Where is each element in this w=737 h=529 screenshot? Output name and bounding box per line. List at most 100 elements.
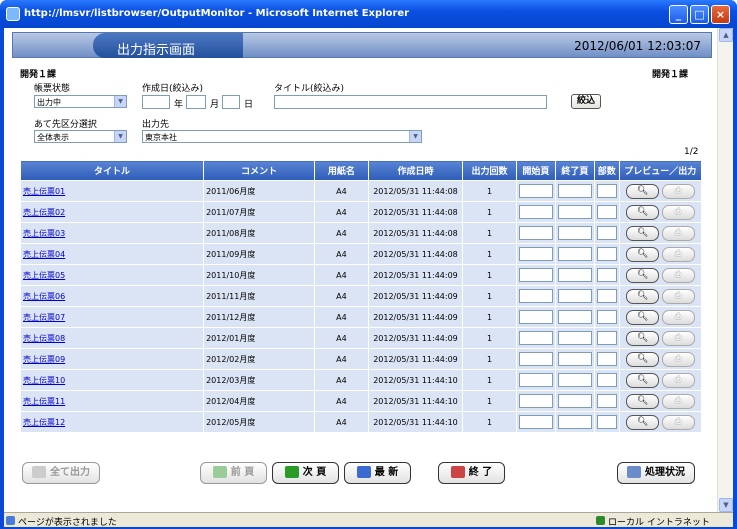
next-page-button[interactable]: 次 頁 [272,462,339,484]
preview-button[interactable]: 🔍︎ [626,204,660,220]
start-page-input[interactable] [518,205,553,219]
preview-button[interactable]: 🔍︎ [626,267,660,283]
preview-button[interactable]: 🔍︎ [626,330,660,346]
print-button[interactable]: ⎙ [661,330,695,346]
title-link[interactable]: 売上伝票05 [23,271,65,280]
end-page-input[interactable] [557,373,592,387]
day-input[interactable] [222,95,240,109]
copies-input[interactable] [596,247,617,261]
search-button[interactable]: 絞込 [571,94,601,109]
copies-input[interactable] [596,205,617,219]
copies-input[interactable] [596,184,617,198]
end-page-input[interactable] [557,205,592,219]
end-page-input[interactable] [557,268,592,282]
magnifier-icon: 🔍︎ [636,290,649,301]
end-page-input[interactable] [557,352,592,366]
copies-input[interactable] [596,352,617,366]
start-page-input[interactable] [518,310,553,324]
title-link[interactable]: 売上伝票04 [23,250,65,259]
preview-button[interactable]: 🔍︎ [626,225,660,241]
print-button[interactable]: ⎙ [661,288,695,304]
comment-cell: 2011/11月度 [203,285,316,307]
print-button[interactable]: ⎙ [661,183,695,199]
end-page-input[interactable] [557,415,592,429]
copies-input[interactable] [596,226,617,240]
start-page-input[interactable] [518,331,553,345]
start-page-input[interactable] [518,226,553,240]
title-filter-input[interactable] [274,95,547,109]
title-link[interactable]: 売上伝票02 [23,208,65,217]
end-page-input[interactable] [557,247,592,261]
end-page-input[interactable] [557,331,592,345]
chevron-down-icon[interactable]: ▼ [114,96,126,107]
copies-input[interactable] [596,268,617,282]
print-button[interactable]: ⎙ [661,204,695,220]
dest-select[interactable]: 東京本社 ▼ [142,130,422,143]
title-link[interactable]: 売上伝票09 [23,355,65,364]
title-link[interactable]: 売上伝票06 [23,292,65,301]
print-button[interactable]: ⎙ [661,246,695,262]
print-button[interactable]: ⎙ [661,372,695,388]
vertical-scrollbar[interactable]: ▲ ▼ [717,28,733,512]
preview-button[interactable]: 🔍︎ [626,309,660,325]
start-page-input[interactable] [518,289,553,303]
refresh-button[interactable]: 最 新 [344,462,411,484]
start-page-input[interactable] [518,415,553,429]
title-link[interactable]: 売上伝票03 [23,229,65,238]
preview-button[interactable]: 🔍︎ [626,288,660,304]
end-page-input[interactable] [557,184,592,198]
end-page-input[interactable] [557,394,592,408]
print-button[interactable]: ⎙ [661,393,695,409]
copies-input[interactable] [596,415,617,429]
title-link[interactable]: 売上伝票12 [23,418,65,427]
process-status-button[interactable]: 処理状況 [617,462,695,484]
start-page-input[interactable] [518,352,553,366]
actions-cell: 🔍︎ ⎙ [618,243,703,265]
chevron-down-icon[interactable]: ▼ [409,131,421,142]
year-input[interactable] [142,95,170,109]
copies-input[interactable] [596,289,617,303]
preview-button[interactable]: 🔍︎ [626,183,660,199]
scroll-down-icon[interactable]: ▼ [719,498,733,512]
title-link[interactable]: 売上伝票01 [23,187,65,196]
end-page-input[interactable] [557,226,592,240]
month-input[interactable] [186,95,206,109]
copies-input[interactable] [596,373,617,387]
start-page-input[interactable] [518,373,553,387]
start-page-input[interactable] [518,394,553,408]
title-link[interactable]: 売上伝票08 [23,334,65,343]
prev-page-button[interactable]: 前 頁 [200,462,267,484]
column-header[interactable]: タイトル [19,160,205,181]
title-link[interactable]: 売上伝票10 [23,376,65,385]
title-link[interactable]: 売上伝票07 [23,313,65,322]
dest-type-select[interactable]: 全体表示 ▼ [34,130,127,143]
copies-input[interactable] [596,331,617,345]
preview-button[interactable]: 🔍︎ [626,393,660,409]
status-select[interactable]: 出力中 ▼ [34,95,127,108]
chevron-down-icon[interactable]: ▼ [114,131,126,142]
close-icon[interactable]: × [711,5,730,24]
print-button[interactable]: ⎙ [661,351,695,367]
preview-button[interactable]: 🔍︎ [626,351,660,367]
print-button[interactable]: ⎙ [661,267,695,283]
title-link[interactable]: 売上伝票11 [23,397,65,406]
preview-button[interactable]: 🔍︎ [626,372,660,388]
scroll-up-icon[interactable]: ▲ [719,28,733,42]
start-page-input[interactable] [518,184,553,198]
print-button[interactable]: ⎙ [661,309,695,325]
print-button[interactable]: ⎙ [661,225,695,241]
exit-button[interactable]: 終 了 [438,462,505,484]
start-page-input[interactable] [518,247,553,261]
preview-button[interactable]: 🔍︎ [626,246,660,262]
start-page-input[interactable] [518,268,553,282]
copies-input[interactable] [596,394,617,408]
output-all-button[interactable]: 全て出力 [22,462,100,484]
end-page-input[interactable] [557,289,592,303]
minimize-icon[interactable]: _ [669,5,688,24]
maximize-icon[interactable]: □ [690,5,709,24]
print-button[interactable]: ⎙ [661,414,695,430]
preview-button[interactable]: 🔍︎ [626,414,660,430]
copies-input[interactable] [596,310,617,324]
copies-cell [593,327,620,349]
end-page-input[interactable] [557,310,592,324]
